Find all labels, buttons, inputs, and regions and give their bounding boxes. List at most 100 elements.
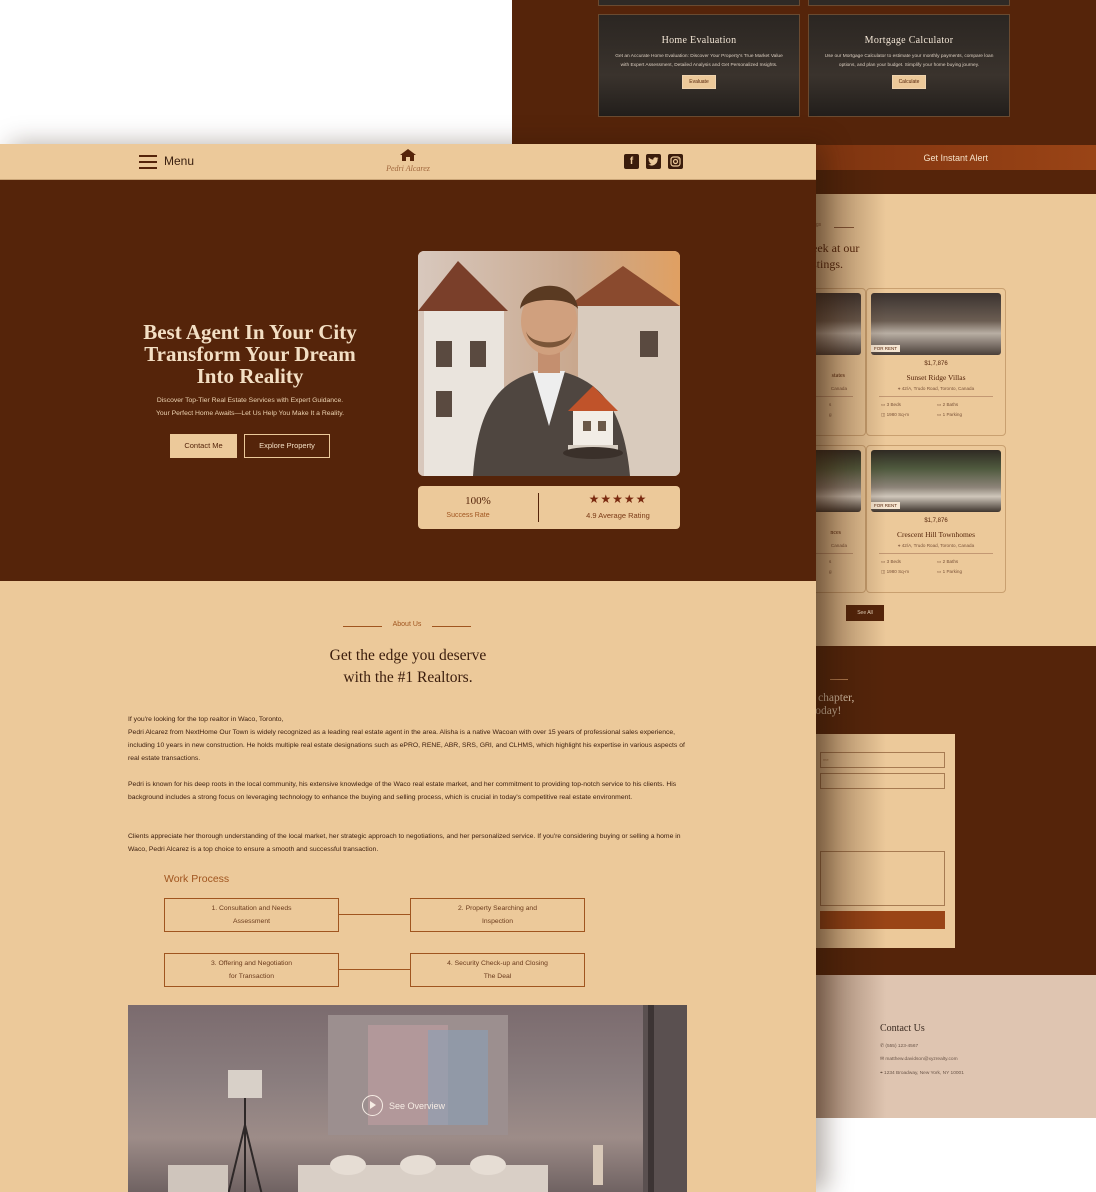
subtitle-line: Discover Top-Tier Real Estate Services w… xyxy=(156,397,344,404)
instagram-icon[interactable] xyxy=(668,154,683,169)
twitter-icon[interactable] xyxy=(646,154,661,169)
mortgage-calculator-card: Mortgage Calculator Use our Mortgage Cal… xyxy=(808,14,1010,117)
menu-label[interactable]: Menu xyxy=(164,154,194,168)
address-text: 1234 Broadway, New York, NY 10001 xyxy=(884,1071,964,1076)
submit-button[interactable] xyxy=(820,911,945,929)
email-text: matthew.davidson@xyzrealty.com xyxy=(885,1057,958,1062)
success-rate-value: 100% xyxy=(465,495,491,507)
explore-property-button[interactable]: Explore Property xyxy=(244,434,330,458)
card-strip xyxy=(808,0,1010,6)
title-line: Transform Your Dream xyxy=(144,342,356,366)
process-step: 1. Consultation and Needs Assessment xyxy=(164,898,339,932)
step-line: 1. Consultation and Needs xyxy=(211,905,292,912)
tool-description: Use our Mortgage Calculator to estimate … xyxy=(824,54,994,68)
name-placeholder: me xyxy=(823,757,829,762)
message-field[interactable] xyxy=(820,851,945,906)
email-field[interactable] xyxy=(820,773,945,789)
logo-text[interactable]: Pedri Alcarez xyxy=(370,164,446,173)
contact-me-button[interactable]: Contact Me xyxy=(170,434,237,458)
stats-card: 100% Success Rate ★★★★★ 4.9 Average Rati… xyxy=(418,486,680,529)
heading-line: eek at our xyxy=(812,241,860,255)
about-section: About Us Get the edge you deserve with t… xyxy=(0,581,816,1192)
listing-address: ⌖ 42/A, Trudo Road, Toronto, Canada xyxy=(867,386,1005,391)
title-line: Best Agent In Your City xyxy=(143,320,357,344)
heading-line: Get the edge you deserve xyxy=(329,647,487,664)
step-line: The Deal xyxy=(483,972,512,980)
parking-text: 1 Parking xyxy=(942,569,963,574)
overview-video[interactable]: See Overview xyxy=(128,1005,687,1192)
name-field[interactable]: me xyxy=(820,752,945,768)
about-paragraph: If you're looking for the top realtor in… xyxy=(128,716,284,723)
listing-feature: s xyxy=(829,402,832,407)
divider xyxy=(879,553,993,554)
step-connector xyxy=(339,969,410,970)
listing-feature: g xyxy=(829,569,832,574)
step-connector xyxy=(339,914,410,915)
contact-form: me xyxy=(812,734,955,948)
eyebrow-line xyxy=(432,626,471,627)
calculate-button[interactable]: Calculate xyxy=(891,75,927,89)
address-text: 42/A, Trudo Road, Toronto, Canada xyxy=(901,543,975,548)
work-process-title: Work Process xyxy=(164,873,230,885)
baths-feature: ▭ 2 Baths xyxy=(937,402,958,408)
card-strip xyxy=(598,0,800,6)
subtitle-line: Your Perfect Home Awaits—Let Us Help You… xyxy=(155,410,344,417)
contact-info-title: Contact Us xyxy=(880,1023,925,1034)
hamburger-icon[interactable] xyxy=(139,155,157,169)
tools-section: Home Evaluation Get an Accurate Home Eva… xyxy=(512,0,1096,145)
step-line: for Transaction xyxy=(229,972,274,980)
evaluate-button[interactable]: Evaluate xyxy=(682,75,716,89)
step-line: 4. Security Check-up and Closing xyxy=(447,960,548,967)
area-feature: ◫ 1980 Sq-m xyxy=(881,412,909,418)
alert-label: Get Instant Alert xyxy=(923,153,988,163)
phone-text: (555) 123-4567 xyxy=(885,1044,919,1049)
hero-title: Best Agent In Your City Transform Your D… xyxy=(128,321,372,387)
heading-line: today! xyxy=(812,705,842,717)
agent-photo xyxy=(418,251,680,476)
beds-feature: ▭ 3 Beds xyxy=(881,402,901,408)
area-feature: ◫ 1980 Sq-m xyxy=(881,569,909,575)
listing-price: $1,7,876 xyxy=(924,361,948,367)
beds-text: 3 Beds xyxy=(886,402,901,407)
listing-price: $1,7,876 xyxy=(924,518,948,524)
tool-title: Home Evaluation xyxy=(661,35,737,46)
process-step: 4. Security Check-up and Closing The Dea… xyxy=(410,953,585,987)
listing-card-crescent-hill[interactable]: FOR RENT $1,7,876 Crescent Hill Townhome… xyxy=(866,445,1006,593)
heading-line: stings. xyxy=(812,257,844,271)
beds-feature: ▭ 3 Beds xyxy=(881,559,901,565)
see-overview-label: See Overview xyxy=(389,1100,446,1111)
listings-heading: eek at our stings. xyxy=(812,240,859,272)
beds-text: 3 Beds xyxy=(886,559,901,564)
area-text: 1980 Sq-m xyxy=(886,412,910,417)
top-nav: Menu Pedri Alcarez f xyxy=(0,144,816,180)
for-rent-badge: FOR RENT xyxy=(871,345,900,352)
baths-feature: ▭ 2 Baths xyxy=(937,559,958,565)
average-rating-label: 4.9 Average Rating xyxy=(586,511,650,520)
see-all-button[interactable]: See All xyxy=(846,605,884,621)
success-rate-label: Success Rate xyxy=(446,512,490,519)
about-paragraph: Pedri is known for his deep roots in the… xyxy=(128,781,677,801)
facebook-icon[interactable]: f xyxy=(624,154,639,169)
home-evaluation-card: Home Evaluation Get an Accurate Home Eva… xyxy=(598,14,800,117)
address-row: ⌖ 1234 Broadway, New York, NY 10001 xyxy=(880,1070,964,1076)
divider xyxy=(879,396,993,397)
listing-address: ⌖ 42/A, Trudo Road, Toronto, Canada xyxy=(867,543,1005,548)
phone-row: ✆ (555) 123-4567 xyxy=(880,1044,918,1049)
about-paragraph: Pedri Alcarez from NextHome Our Town is … xyxy=(128,729,685,762)
email-row: ✉ matthew.davidson@xyzrealty.com xyxy=(880,1057,958,1062)
about-heading: Get the edge you deserve with the #1 Rea… xyxy=(268,645,548,689)
play-icon xyxy=(362,1095,383,1116)
listing-card-sunset-ridge[interactable]: FOR RENT $1,7,876 Sunset Ridge Villas ⌖ … xyxy=(866,288,1006,436)
stat-divider xyxy=(538,493,539,522)
process-step: 2. Property Searching and Inspection xyxy=(410,898,585,932)
heading-line: with the #1 Realtors. xyxy=(343,669,473,686)
about-paragraph: Clients appreciate her thorough understa… xyxy=(128,833,681,853)
area-text: 1980 Sq-m xyxy=(886,569,910,574)
step-line: 2. Property Searching and xyxy=(458,905,537,912)
cta-heading: t chapter, today! xyxy=(812,692,854,718)
tool-title: Mortgage Calculator xyxy=(864,35,954,46)
parking-feature: ▭ 1 Parking xyxy=(937,569,962,575)
see-overview-button[interactable]: See Overview xyxy=(362,1095,445,1116)
hero-subtitle: Discover Top-Tier Real Estate Services w… xyxy=(128,394,372,420)
for-rent-badge: FOR RENT xyxy=(871,502,900,509)
